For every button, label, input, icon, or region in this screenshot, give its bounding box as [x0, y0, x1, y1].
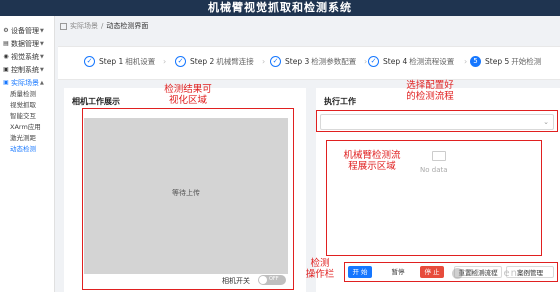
chevron-right-icon: ›: [464, 57, 468, 66]
home-icon: [60, 22, 67, 30]
sidebar-group-label: 实际场景: [11, 78, 39, 87]
step-number: Step 4: [383, 57, 408, 66]
sidebar-group-control[interactable]: ▣ 控制系统 ▼: [0, 63, 54, 76]
chevron-down-icon: ▼: [40, 27, 44, 34]
annotation-select-box: [316, 110, 558, 132]
step-5[interactable]: 5 Step 5 开始检测: [470, 56, 541, 67]
sidebar-item-xarm[interactable]: XArm应用: [0, 122, 54, 133]
sidebar-item-interaction[interactable]: 智能交互: [0, 111, 54, 122]
chevron-up-icon: ▲: [40, 79, 44, 86]
breadcrumb-parent[interactable]: 实际场景: [70, 21, 98, 31]
step-1[interactable]: ✓ Step 1 相机设置: [84, 56, 155, 67]
execution-panel-title: 执行工作: [324, 97, 356, 106]
sidebar-item-laser[interactable]: 激光测距: [0, 133, 54, 144]
sidebar-item-dynamic[interactable]: 动态检测: [0, 144, 54, 155]
breadcrumb-separator: /: [101, 22, 104, 30]
chevron-down-icon: ▼: [40, 40, 44, 47]
step-2[interactable]: ✓ Step 2 机械臂连接: [175, 56, 254, 67]
steps-bar: ✓ Step 1 相机设置 › ✓ Step 2 机械臂连接 › ✓ Step …: [58, 46, 560, 80]
watermark-icon: [452, 268, 463, 279]
check-icon: ✓: [270, 56, 281, 67]
step-label: 相机设置: [125, 57, 156, 66]
sidebar-item-quality[interactable]: 质量检测: [0, 89, 54, 100]
annotation-flow-text: 机械臂检测流 程展示区域: [343, 150, 401, 172]
step-label: 检测参数配置: [311, 57, 357, 66]
annotation-result-box: [82, 108, 294, 290]
eye-icon: ◉: [3, 53, 9, 60]
sidebar-group-label: 设备管理: [11, 26, 39, 35]
sidebar-group-device[interactable]: ⚙ 设备管理 ▼: [0, 24, 54, 37]
sidebar-item-grasp[interactable]: 视觉抓取: [0, 100, 54, 111]
step-3[interactable]: ✓ Step 3 检测参数配置: [270, 56, 356, 67]
check-icon: ✓: [175, 56, 186, 67]
step-number: Step 5: [485, 57, 510, 66]
step-number: Step 3: [285, 57, 310, 66]
step-label: 开始检测: [511, 57, 542, 66]
step-4[interactable]: ✓ Step 4 检测流程设置: [368, 56, 454, 67]
step-label: 检测流程设置: [409, 57, 455, 66]
control-icon: ▣: [3, 66, 9, 73]
step-number: Step 2: [190, 57, 215, 66]
chevron-down-icon: ▼: [40, 66, 44, 73]
step-index: 5: [470, 56, 481, 67]
sidebar-group-label: 数据管理: [11, 39, 39, 48]
camera-panel-title: 相机工作展示: [72, 97, 120, 106]
chevron-right-icon: ›: [163, 57, 167, 66]
sidebar-group-data[interactable]: ▤ 数据管理 ▼: [0, 37, 54, 50]
annotation-ops-text: 检测 操作栏: [305, 258, 335, 280]
watermark: IMAIC enter: [466, 268, 536, 279]
chevron-right-icon: ›: [364, 57, 368, 66]
database-icon: ▤: [3, 40, 9, 47]
check-icon: ✓: [368, 56, 379, 67]
breadcrumb: 实际场景 / 动态检测界面: [60, 20, 148, 32]
sidebar-group-scene[interactable]: ▣ 实际场景 ▲: [0, 76, 54, 89]
chevron-down-icon: ▼: [40, 53, 44, 60]
sidebar-group-label: 控制系统: [11, 65, 39, 74]
scene-icon: ▣: [3, 79, 9, 86]
annotation-select-text: 选择配置好 的检测流程: [406, 80, 454, 102]
breadcrumb-current: 动态检测界面: [106, 22, 149, 30]
annotation-result-text: 检测结果可 视化区域: [164, 84, 212, 106]
sidebar-group-label: 视觉系统: [11, 52, 39, 61]
app-title: 机械臂视觉抓取和检测系统: [0, 0, 560, 16]
check-icon: ✓: [84, 56, 95, 67]
sidebar: ⚙ 设备管理 ▼ ▤ 数据管理 ▼ ◉ 视觉系统 ▼ ▣ 控制系统 ▼ ▣ 实际…: [0, 16, 55, 292]
chevron-right-icon: ›: [262, 57, 266, 66]
step-number: Step 1: [99, 57, 124, 66]
gear-icon: ⚙: [3, 27, 9, 34]
sidebar-group-vision[interactable]: ◉ 视觉系统 ▼: [0, 50, 54, 63]
step-label: 机械臂连接: [216, 57, 254, 66]
